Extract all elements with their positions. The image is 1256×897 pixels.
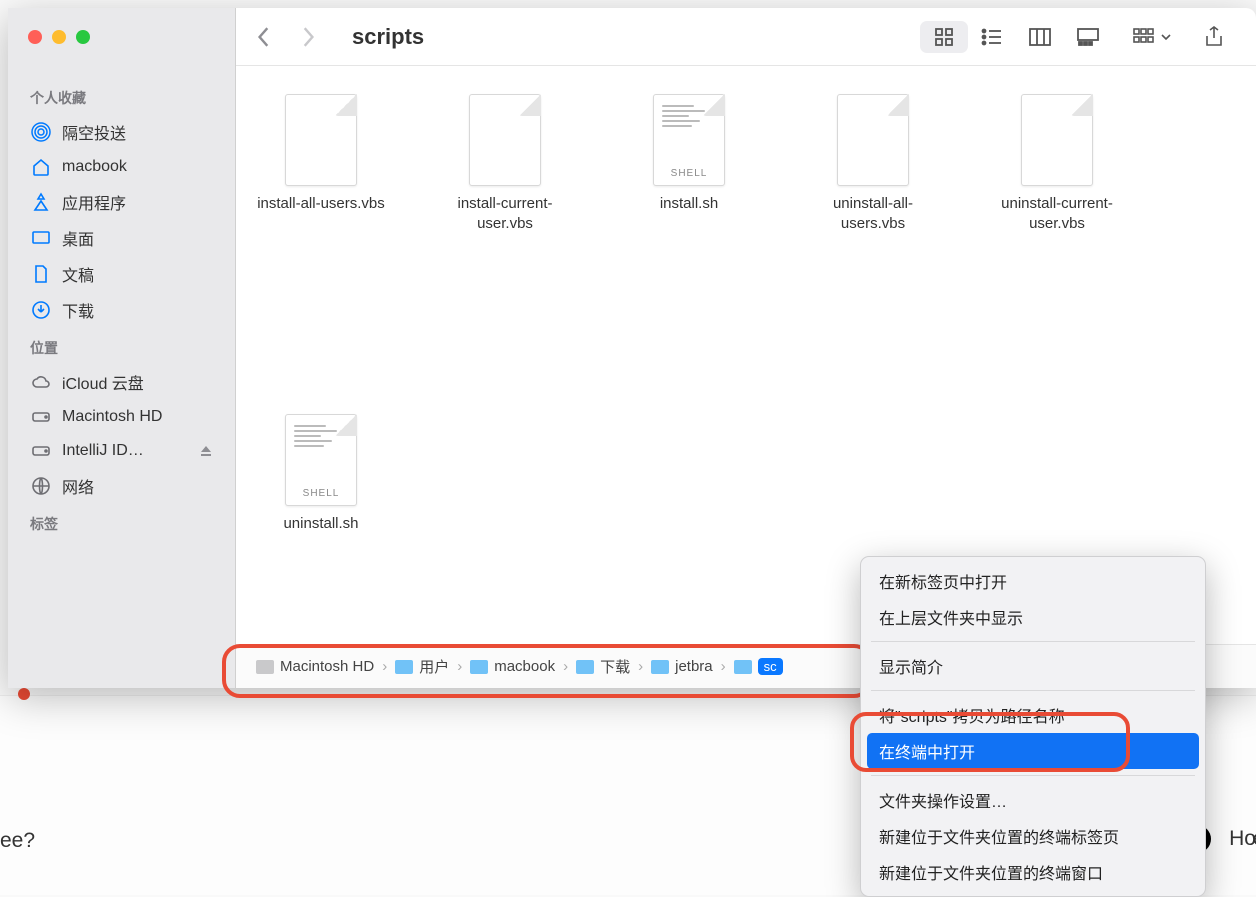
context-menu: 在新标签页中打开 在上层文件夹中显示 显示简介 将"scripts"拷贝为路径名… [860, 556, 1206, 897]
apps-icon [30, 191, 52, 213]
sidebar-item-desktop[interactable]: 桌面 [8, 220, 235, 256]
chevron-right-icon: › [563, 658, 568, 675]
red-dot-marker [18, 688, 30, 700]
eject-icon[interactable] [199, 444, 213, 458]
chevron-right-icon: › [382, 658, 387, 675]
sidebar-item-macintosh-hd[interactable]: Macintosh HD [8, 400, 235, 434]
sidebar-section-favorites: 个人收藏 [8, 78, 235, 114]
sidebar-item-label: 隔空投送 [62, 120, 126, 144]
sidebar-item-label: 下载 [62, 298, 94, 322]
disk-icon [30, 406, 52, 428]
menu-separator [871, 641, 1195, 642]
zoom-button[interactable] [76, 30, 90, 44]
ctx-get-info[interactable]: 显示简介 [861, 648, 1205, 684]
sidebar-item-label: Macintosh HD [62, 408, 162, 426]
toolbar: scripts [236, 8, 1256, 66]
view-icon-button[interactable] [920, 21, 968, 53]
file-item[interactable]: uninstall-current-user.vbs [992, 94, 1122, 233]
close-button[interactable] [28, 30, 42, 44]
file-icon [285, 94, 357, 186]
ctx-new-terminal-tab[interactable]: 新建位于文件夹位置的终端标签页 [861, 818, 1205, 854]
folder-icon [576, 660, 594, 674]
sidebar-item-home[interactable]: macbook [8, 150, 235, 184]
ctx-copy-path[interactable]: 将"scripts"拷贝为路径名称 [861, 697, 1205, 733]
file-icon [285, 414, 357, 506]
folder-icon [395, 660, 413, 674]
view-column-button[interactable] [1016, 21, 1064, 53]
sidebar-item-label: 文稿 [62, 262, 94, 286]
file-item[interactable]: install.sh [624, 94, 754, 214]
folder-icon [651, 660, 669, 674]
sidebar-item-icloud[interactable]: iCloud 云盘 [8, 364, 235, 400]
sidebar-item-label: macbook [62, 158, 127, 176]
ctx-folder-actions[interactable]: 文件夹操作设置… [861, 782, 1205, 818]
documents-icon [30, 263, 52, 285]
path-crumb[interactable]: Macintosh HD [256, 658, 374, 675]
disk-icon [256, 660, 274, 674]
chevron-right-icon: › [721, 658, 726, 675]
file-icon [837, 94, 909, 186]
file-icon [469, 94, 541, 186]
sidebar-item-label: 桌面 [62, 226, 94, 250]
chevron-right-icon: › [457, 658, 462, 675]
file-icon [653, 94, 725, 186]
sidebar-item-network[interactable]: 网络 [8, 468, 235, 504]
bg-text-left: ee? [0, 829, 35, 853]
sidebar-item-label: 网络 [62, 474, 94, 498]
window-controls [28, 30, 90, 44]
sidebar-item-downloads[interactable]: 下载 [8, 292, 235, 328]
path-crumb-current[interactable]: sc [734, 658, 783, 675]
view-gallery-button[interactable] [1064, 21, 1112, 53]
folder-icon [470, 660, 488, 674]
share-button[interactable] [1192, 21, 1236, 53]
back-button[interactable] [256, 26, 272, 48]
airdrop-icon [30, 121, 52, 143]
forward-button[interactable] [300, 26, 316, 48]
network-icon [30, 475, 52, 497]
view-list-button[interactable] [968, 21, 1016, 53]
file-item[interactable]: uninstall.sh [256, 414, 386, 534]
downloads-icon [30, 299, 52, 321]
disk-icon [30, 440, 52, 462]
file-item[interactable]: install-current-user.vbs [440, 94, 570, 233]
cloud-icon [30, 371, 52, 393]
sidebar-item-applications[interactable]: 应用程序 [8, 184, 235, 220]
sidebar-item-airdrop[interactable]: 隔空投送 [8, 114, 235, 150]
desktop-icon [30, 227, 52, 249]
path-crumb[interactable]: 下载 [576, 656, 630, 677]
minimize-button[interactable] [52, 30, 66, 44]
path-crumb[interactable]: 用户 [395, 656, 449, 677]
sidebar-item-label: iCloud 云盘 [62, 370, 144, 394]
sidebar-item-label: 应用程序 [62, 190, 126, 214]
ctx-show-in-enclosing[interactable]: 在上层文件夹中显示 [861, 599, 1205, 635]
sidebar-section-locations: 位置 [8, 328, 235, 364]
sidebar-item-intellij[interactable]: IntelliJ ID… [8, 434, 235, 468]
file-icon [1021, 94, 1093, 186]
file-item[interactable]: install-all-users.vbs [256, 94, 386, 214]
sidebar-item-documents[interactable]: 文稿 [8, 256, 235, 292]
sidebar-item-label: IntelliJ ID… [62, 442, 144, 460]
path-crumb[interactable]: jetbra [651, 658, 713, 675]
menu-separator [871, 775, 1195, 776]
sidebar: 个人收藏 隔空投送 macbook 应用程序 桌面 文稿 下载 位置 iC [8, 8, 236, 688]
menu-separator [871, 690, 1195, 691]
folder-icon [734, 660, 752, 674]
view-switcher [920, 21, 1112, 53]
sidebar-section-tags: 标签 [8, 504, 235, 540]
group-by-button[interactable] [1130, 21, 1174, 53]
ctx-open-in-terminal[interactable]: 在终端中打开 [867, 733, 1199, 769]
window-title: scripts [352, 24, 424, 50]
path-crumb[interactable]: macbook [470, 658, 555, 675]
file-item[interactable]: uninstall-all-users.vbs [808, 94, 938, 233]
chevron-right-icon: › [638, 658, 643, 675]
ctx-open-new-tab[interactable]: 在新标签页中打开 [861, 563, 1205, 599]
ctx-new-terminal-window[interactable]: 新建位于文件夹位置的终端窗口 [861, 854, 1205, 890]
home-icon [30, 156, 52, 178]
